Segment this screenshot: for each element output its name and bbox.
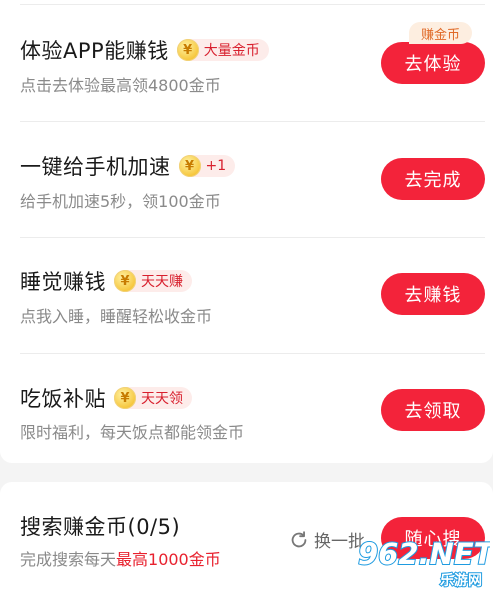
task-title: 一键给手机加速 (20, 155, 171, 179)
task-title: 体验APP能赚钱 (20, 39, 169, 63)
reward-tag: ¥ 天天赚 (114, 270, 192, 292)
earn-coins-badge: 赚金币 (409, 22, 473, 44)
refresh-icon (291, 530, 307, 547)
task-title: 睡觉赚钱 (20, 270, 106, 294)
reward-tag-label: 大量金币 (203, 43, 260, 59)
reward-tag-label: 天天领 (141, 391, 183, 407)
task-subtitle: 限时福利，每天饭点都能领金币 (20, 423, 245, 442)
reward-tag: ¥ 大量金币 (176, 39, 269, 61)
random-search-button[interactable]: 随心搜 (381, 517, 485, 559)
reward-tag-label: 天天赚 (141, 274, 183, 290)
task-subtitle: 点我入睡，睡醒轻松收金币 (20, 307, 213, 326)
refresh-batch-button[interactable]: 换一批 (288, 527, 365, 552)
search-task-card: 搜索赚金币(0/5) 完成搜索每天最高1000金币 随心搜 (0, 482, 493, 593)
gold-coin-icon: ¥ (114, 387, 136, 409)
search-subtitle-highlight: 最高1000金币 (116, 550, 221, 569)
reward-tag: ¥ +1 (178, 155, 236, 177)
task-card: 体验APP能赚钱 ¥ 大量金币 点击去体验最高领4800金币 赚金币 去体验 一… (0, 0, 493, 463)
task-subtitle: 点击去体验最高领4800金币 (20, 76, 221, 95)
claim-button[interactable]: 去领取 (381, 389, 485, 431)
refresh-label: 换一批 (314, 532, 365, 552)
search-task-title: 搜索赚金币(0/5) (20, 515, 181, 539)
task-title: 吃饭补贴 (20, 387, 106, 411)
experience-button[interactable]: 去体验 (381, 42, 485, 84)
search-task-subtitle: 完成搜索每天最高1000金币 (20, 546, 221, 570)
reward-tag-label: +1 (205, 158, 227, 174)
task-subtitle: 给手机加速5秒，领100金币 (20, 192, 221, 211)
complete-button[interactable]: 去完成 (381, 158, 485, 200)
search-subtitle-prefix: 完成搜索每天 (20, 550, 117, 569)
gold-coin-icon: ¥ (114, 270, 136, 292)
earn-money-button[interactable]: 去赚钱 (381, 273, 485, 315)
gold-coin-icon: ¥ (176, 39, 199, 61)
reward-tag: ¥ 天天领 (114, 387, 192, 409)
gold-coin-icon: ¥ (178, 155, 201, 177)
